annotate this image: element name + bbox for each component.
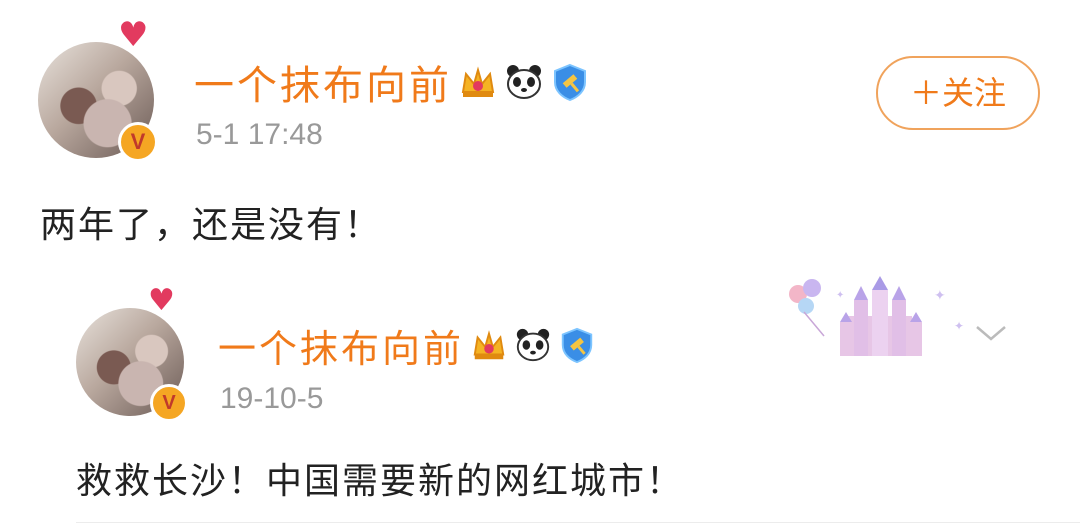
author-name[interactable]: 一个抹布向前: [194, 53, 452, 111]
heart-decoration-icon: ♥: [148, 283, 175, 318]
gavel-shield-icon: [554, 63, 586, 102]
svg-text:✦: ✦: [934, 288, 946, 304]
verified-badge-icon: V: [118, 122, 158, 162]
verified-badge-icon: V: [150, 384, 188, 422]
svg-text:✦: ✦: [954, 319, 964, 333]
post-timestamp: 5-1 17:48: [196, 118, 323, 151]
panda-icon: [507, 65, 541, 99]
panda-icon: [516, 328, 550, 362]
chevron-down-icon[interactable]: [974, 322, 1008, 344]
quoted-timestamp: 19-10-5: [220, 382, 324, 415]
heart-decoration-icon: ♥: [118, 15, 149, 55]
svg-text:✦: ✦: [836, 290, 844, 301]
gavel-shield-icon: [561, 327, 593, 364]
author-name-row: 一个抹布向前: [194, 53, 590, 111]
quoted-content: 救救长沙！中国需要新的网红城市！: [76, 461, 685, 502]
follow-button[interactable]: ＋关注: [876, 56, 1040, 130]
quoted-author-name-row: 一个抹布向前: [218, 318, 596, 373]
castle-decoration-icon: ✦ ✦ ✦: [789, 276, 964, 356]
quoted-author-name[interactable]: 一个抹布向前: [218, 318, 464, 373]
crown-icon: [473, 330, 505, 360]
crown-icon: [461, 66, 495, 97]
post-content: 两年了，还是没有！: [40, 205, 383, 246]
divider: [76, 522, 1080, 523]
